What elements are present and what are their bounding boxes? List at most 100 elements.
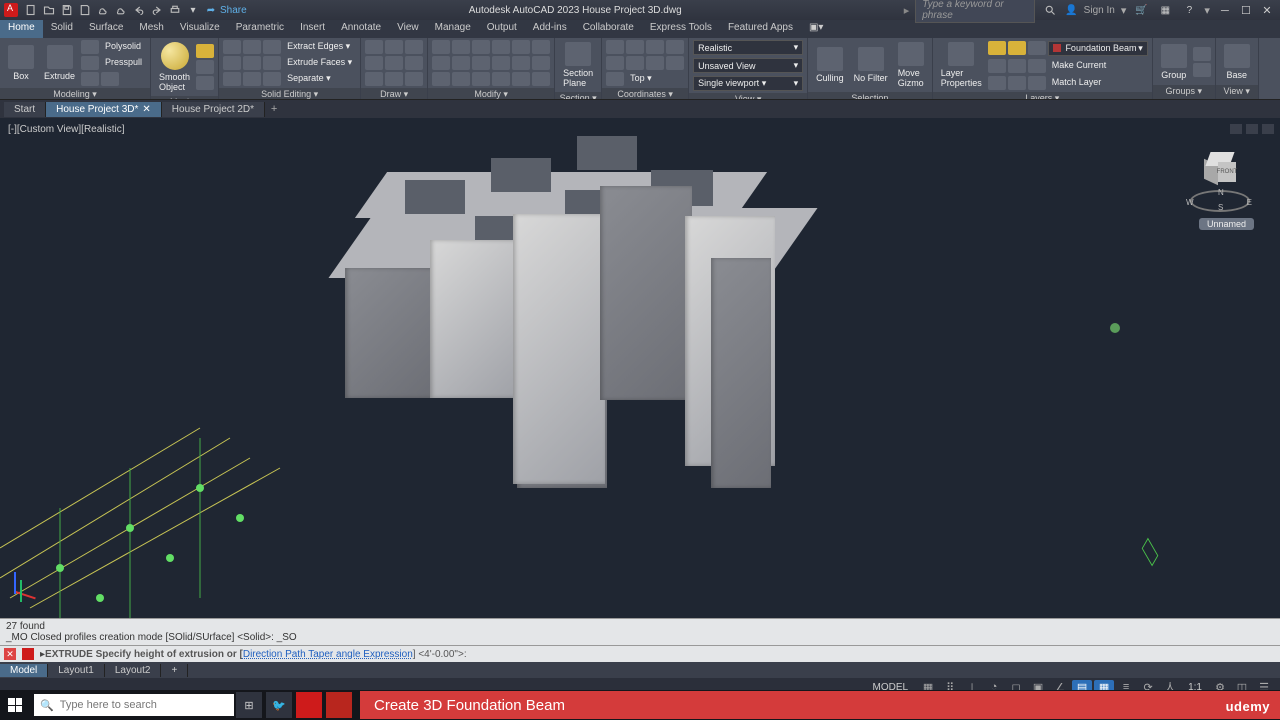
grp2-icon[interactable] bbox=[1193, 63, 1211, 77]
view-cube[interactable]: N S E W FRONT bbox=[1190, 148, 1250, 218]
viewport-dropdown[interactable]: Single viewport ▾▾ bbox=[693, 76, 803, 91]
mod5-icon[interactable] bbox=[512, 40, 530, 54]
make-current-button[interactable]: Make Current bbox=[1048, 59, 1111, 73]
se6-icon[interactable] bbox=[263, 56, 281, 70]
mesh-btn3-icon[interactable] bbox=[196, 76, 214, 90]
taskbar-pdf-icon[interactable] bbox=[326, 692, 352, 718]
co9-icon[interactable] bbox=[606, 72, 624, 86]
tab-annotate[interactable]: Annotate bbox=[333, 20, 389, 38]
se5-icon[interactable] bbox=[243, 56, 261, 70]
panel-title-se[interactable]: Solid Editing ▾ bbox=[219, 88, 360, 100]
help-search-input[interactable]: Type a keyword or phrase bbox=[915, 0, 1035, 23]
modeling-btn2-icon[interactable] bbox=[101, 72, 119, 86]
se7-icon[interactable] bbox=[223, 72, 241, 86]
panel-title-view2[interactable]: View ▾ bbox=[1216, 85, 1258, 99]
mod17-icon[interactable] bbox=[512, 72, 530, 86]
tab-express[interactable]: Express Tools bbox=[642, 20, 720, 38]
add-file-tab-icon[interactable]: + bbox=[265, 103, 283, 115]
se8-icon[interactable] bbox=[243, 72, 261, 86]
co5-icon[interactable] bbox=[606, 56, 624, 70]
box-button[interactable]: Box bbox=[4, 43, 38, 83]
se2-icon[interactable] bbox=[243, 40, 261, 54]
vp-min-icon[interactable] bbox=[1230, 124, 1242, 134]
viewport-label[interactable]: [-][Custom View][Realistic] bbox=[8, 124, 125, 135]
cmd-options[interactable]: Direction Path Taper angle Expression bbox=[243, 649, 413, 660]
layout-2[interactable]: Layout2 bbox=[105, 664, 162, 677]
co6-icon[interactable] bbox=[626, 56, 644, 70]
signin-link[interactable]: Sign In bbox=[1084, 5, 1115, 16]
group-button[interactable]: Group bbox=[1157, 42, 1191, 82]
qat-saveas-icon[interactable] bbox=[78, 3, 92, 17]
se1-icon[interactable] bbox=[223, 40, 241, 54]
co3-icon[interactable] bbox=[646, 40, 664, 54]
se3-icon[interactable] bbox=[263, 40, 281, 54]
se9-icon[interactable] bbox=[263, 72, 281, 86]
mod10-icon[interactable] bbox=[492, 56, 510, 70]
signin-dd-icon[interactable]: ▾ bbox=[1121, 4, 1127, 17]
mod2-icon[interactable] bbox=[452, 40, 470, 54]
panel-title-modeling[interactable]: Modeling ▾ bbox=[0, 88, 150, 100]
mesh-btn2-icon[interactable] bbox=[196, 60, 214, 74]
extrude-button[interactable]: Extrude bbox=[40, 43, 79, 83]
mod16-icon[interactable] bbox=[492, 72, 510, 86]
polysolid-button[interactable]: Polysolid bbox=[101, 40, 145, 54]
draw-m3-icon[interactable] bbox=[405, 72, 423, 86]
ly8-icon[interactable] bbox=[1008, 76, 1026, 90]
culling-button[interactable]: Culling bbox=[812, 45, 848, 85]
mod7-icon[interactable] bbox=[432, 56, 450, 70]
taskbar-autocad-icon[interactable] bbox=[296, 692, 322, 718]
tab-home[interactable]: Home bbox=[0, 20, 43, 38]
se4-icon[interactable] bbox=[223, 56, 241, 70]
close-cmd-icon[interactable]: ✕ bbox=[4, 648, 16, 660]
mod14-icon[interactable] bbox=[452, 72, 470, 86]
mod6-icon[interactable] bbox=[532, 40, 550, 54]
draw-m1-icon[interactable] bbox=[365, 72, 383, 86]
grp1-icon[interactable] bbox=[1193, 47, 1211, 61]
file-tab-start[interactable]: Start bbox=[4, 102, 46, 117]
panel-title-modify[interactable]: Modify ▾ bbox=[428, 88, 554, 100]
cube-front-face[interactable]: FRONT bbox=[1218, 162, 1236, 182]
tab-view[interactable]: View bbox=[389, 20, 427, 38]
mod13-icon[interactable] bbox=[432, 72, 450, 86]
tab-solid[interactable]: Solid bbox=[43, 20, 81, 38]
window-close-icon[interactable]: ✕ bbox=[1258, 4, 1276, 17]
base-button[interactable]: Base bbox=[1220, 42, 1254, 82]
tab-manage[interactable]: Manage bbox=[427, 20, 479, 38]
mod18-icon[interactable] bbox=[532, 72, 550, 86]
co4-icon[interactable] bbox=[666, 40, 684, 54]
draw-line-icon[interactable] bbox=[365, 40, 383, 54]
taskbar-app1-icon[interactable]: 🐦 bbox=[266, 692, 292, 718]
file-tab-2d[interactable]: House Project 2D* bbox=[162, 102, 265, 117]
visual-style-dropdown[interactable]: Realistic▾ bbox=[693, 40, 803, 55]
tab-surface[interactable]: Surface bbox=[81, 20, 131, 38]
mod12-icon[interactable] bbox=[532, 56, 550, 70]
draw-m2-icon[interactable] bbox=[385, 72, 403, 86]
draw-el-icon[interactable] bbox=[405, 56, 423, 70]
match-layer-button[interactable]: Match Layer bbox=[1048, 76, 1106, 90]
ucs-top-button[interactable]: Top ▾ bbox=[626, 72, 656, 86]
qat-new-icon[interactable] bbox=[24, 3, 38, 17]
start-button[interactable] bbox=[0, 690, 30, 720]
co8-icon[interactable] bbox=[666, 56, 684, 70]
ly4-icon[interactable] bbox=[988, 59, 1006, 73]
qat-cloud-icon[interactable] bbox=[96, 3, 110, 17]
mod1-icon[interactable] bbox=[432, 40, 450, 54]
mod9-icon[interactable] bbox=[472, 56, 490, 70]
apps-icon[interactable]: ▦ bbox=[1158, 3, 1172, 17]
draw-arc-icon[interactable] bbox=[365, 56, 383, 70]
mod8-icon[interactable] bbox=[452, 56, 470, 70]
co7-icon[interactable] bbox=[646, 56, 664, 70]
ly3-icon[interactable] bbox=[1028, 41, 1046, 55]
presspull-icon[interactable] bbox=[81, 56, 99, 70]
ly1-icon[interactable] bbox=[988, 41, 1006, 55]
co2-icon[interactable] bbox=[626, 40, 644, 54]
ly9-icon[interactable] bbox=[1028, 76, 1046, 90]
qat-undo-icon[interactable] bbox=[132, 3, 146, 17]
compass-ring-icon[interactable]: N S E W bbox=[1190, 190, 1250, 212]
close-tab-icon[interactable]: ✕ bbox=[142, 104, 150, 115]
layer-props-button[interactable]: Layer Properties bbox=[937, 40, 986, 90]
panel-title-groups[interactable]: Groups ▾ bbox=[1153, 85, 1215, 99]
tab-visualize[interactable]: Visualize bbox=[172, 20, 228, 38]
extract-edges-button[interactable]: Extract Edges ▾ bbox=[283, 40, 354, 54]
mod3-icon[interactable] bbox=[472, 40, 490, 54]
